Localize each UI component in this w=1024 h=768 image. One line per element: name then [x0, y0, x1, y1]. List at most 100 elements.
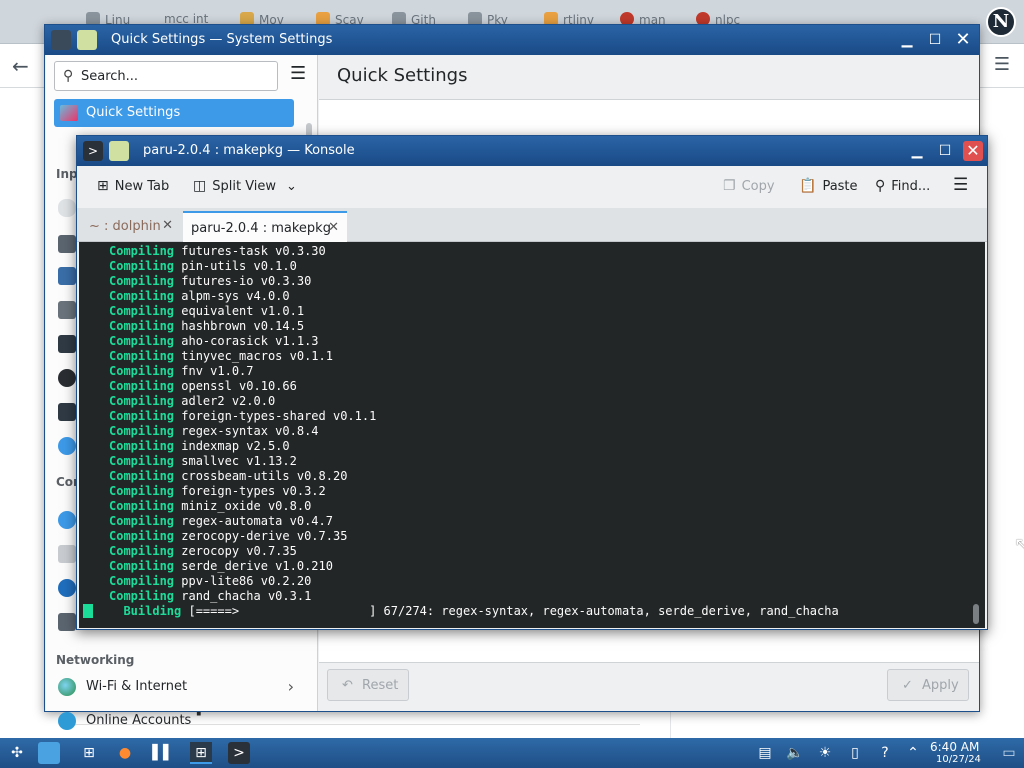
split-view-button[interactable]: ◫ Split View ⌄ — [193, 178, 297, 194]
terminal-keyword: Compiling — [109, 559, 175, 573]
terminal-text: ppv-lite86 v0.2.20 — [174, 574, 312, 588]
app-launcher-icon[interactable]: ✣ — [6, 742, 28, 764]
terminal-text: smallvec v1.13.2 — [174, 454, 297, 468]
terminal-line: Compiling adler2 v2.0.0 — [109, 394, 275, 409]
konsole-task-icon[interactable]: ⊞ — [190, 742, 212, 764]
close-tab-icon[interactable]: ✕ — [162, 218, 173, 233]
sidebar-item-online-accounts[interactable]: Online Accounts — [54, 707, 302, 730]
terminal-task-icon[interactable]: > — [228, 742, 250, 764]
close-icon[interactable]: ✕ — [963, 141, 983, 161]
mouse-icon[interactable] — [58, 199, 76, 217]
keyboard-icon[interactable] — [58, 235, 76, 253]
terminal-line: Compiling regex-syntax v0.8.4 — [109, 424, 319, 439]
accessibility-icon[interactable] — [58, 369, 76, 387]
brightness-icon[interactable]: ☀ — [814, 742, 836, 764]
minimize-icon[interactable]: ▁ — [907, 141, 927, 161]
terminal-keyword: Compiling — [109, 334, 175, 348]
new-tab-icon: ⊞ — [97, 178, 109, 194]
maximize-icon[interactable]: ☐ — [925, 30, 945, 50]
sidebar-toggle-icon[interactable] — [51, 30, 71, 50]
add-desktop-icon[interactable]: ⊞ — [78, 742, 100, 764]
settings-titlebar[interactable]: Quick Settings — System Settings ▁ ☐ ✕ — [45, 25, 979, 55]
checkmark-icon: ✓ — [902, 678, 913, 693]
search-input[interactable]: ⚲ Search... — [54, 61, 278, 91]
system-icon[interactable] — [58, 437, 76, 455]
volume-icon[interactable]: 🔈 — [784, 742, 806, 764]
konsole-tab-bar: ~ : dolphin ✕ paru-2.0.4 : makepkg ✕ — [77, 208, 987, 242]
hamburger-menu-icon[interactable]: ☰ — [290, 63, 306, 84]
quick-settings-icon — [60, 105, 78, 121]
help-icon[interactable]: ? — [874, 742, 896, 764]
disks-icon[interactable] — [58, 545, 76, 563]
tab-makepkg[interactable]: paru-2.0.4 : makepkg ✕ — [183, 211, 347, 242]
terminal-keyword: Compiling — [109, 394, 175, 408]
clock-date[interactable]: 10/27/24 — [936, 754, 981, 765]
terminal-text: [=====> ] 67/274: regex-syntax, regex-au… — [181, 604, 839, 618]
tab-dolphin[interactable]: ~ : dolphin ✕ — [81, 211, 181, 242]
terminal-output[interactable]: Compiling futures-task v0.3.30 Compiling … — [79, 242, 985, 628]
bluetooth-icon[interactable] — [58, 511, 76, 529]
terminal-scrollbar[interactable] — [973, 604, 979, 624]
terminal-line: Compiling serde_derive v1.0.210 — [109, 559, 333, 574]
usb-device-icon[interactable]: ▯ — [844, 742, 866, 764]
terminal-keyword: Compiling — [109, 259, 175, 273]
pager-icon[interactable]: ▌▌ — [152, 742, 174, 764]
back-arrow-icon[interactable]: ← — [12, 54, 29, 78]
terminal-text: foreign-types v0.3.2 — [174, 484, 326, 498]
konsole-titlebar[interactable]: > paru-2.0.4 : makepkg — Konsole ▁ ☐ ✕ — [77, 136, 987, 166]
find-button[interactable]: ⚲ Find... — [875, 178, 930, 194]
terminal-keyword: Compiling — [109, 364, 175, 378]
taskbar: ✣ ⊞ ● ▌▌ ⊞ > ▤ 🔈 ☀ ▯ ? ⌃ 6:40 AM 10/27/2… — [0, 738, 1024, 768]
mouse-pointer-icon: ↖ — [1014, 534, 1024, 555]
sidebar-item-wifi[interactable]: Wi-Fi & Internet › — [54, 673, 302, 701]
sidebar-item-quick-settings[interactable]: Quick Settings — [54, 99, 294, 127]
search-icon: ⚲ — [875, 178, 886, 194]
terminal-line: Compiling openssl v0.10.66 — [109, 379, 297, 394]
terminal-keyword: Compiling — [109, 454, 175, 468]
terminal-line: Building [=====> ] 67/274: regex-syntax,… — [109, 604, 839, 619]
copy-button[interactable]: ❐ Copy — [723, 178, 775, 194]
terminal-keyword: Compiling — [109, 244, 175, 258]
close-icon[interactable]: ✕ — [953, 30, 973, 50]
category-input: Inp — [56, 167, 78, 181]
apply-button[interactable]: ✓ Apply — [887, 669, 969, 701]
terminal-keyword: Compiling — [109, 589, 175, 603]
chevron-down-icon: ⌄ — [286, 179, 297, 194]
app-icon — [109, 141, 129, 161]
terminal-line: Compiling rand_chacha v0.3.1 — [109, 589, 311, 604]
reset-button[interactable]: ↶ Reset — [327, 669, 409, 701]
clock-time[interactable]: 6:40 AM — [930, 740, 979, 754]
touchscreen-icon[interactable] — [58, 267, 76, 285]
hamburger-menu-icon[interactable]: ☰ — [953, 175, 968, 195]
profile-avatar[interactable]: N — [986, 7, 1016, 37]
file-manager-icon[interactable] — [38, 742, 60, 764]
maximize-icon[interactable]: ☐ — [935, 141, 955, 161]
terminal-text: hashbrown v0.14.5 — [174, 319, 305, 333]
terminal-keyword: Compiling — [109, 499, 175, 513]
firefox-icon[interactable]: ● — [114, 742, 136, 764]
terminal-text: miniz_oxide v0.8.0 — [174, 499, 312, 513]
globe-icon — [58, 678, 76, 696]
chevron-up-icon[interactable]: ⌃ — [902, 742, 924, 764]
terminal-text: pin-utils v0.1.0 — [174, 259, 297, 273]
close-tab-icon[interactable]: ✕ — [328, 220, 339, 235]
game-controller-icon[interactable] — [58, 301, 76, 319]
clipboard-icon[interactable]: ▤ — [754, 742, 776, 764]
new-tab-button[interactable]: ⊞ New Tab — [97, 178, 169, 194]
terminal-text: adler2 v2.0.0 — [174, 394, 276, 408]
minimize-icon[interactable]: ▁ — [897, 30, 917, 50]
thunderbolt-icon[interactable] — [58, 579, 76, 597]
terminal-line: Compiling fnv v1.0.7 — [109, 364, 254, 379]
konsole-toolbar: ⊞ New Tab ◫ Split View ⌄ ❐ Copy 📋 Paste ⚲ Find… — [77, 166, 987, 208]
drawing-tablet-icon[interactable] — [58, 335, 76, 353]
show-desktop-icon[interactable]: ▭ — [998, 742, 1020, 764]
split-view-icon: ◫ — [193, 178, 207, 194]
paste-button[interactable]: 📋 Paste — [799, 178, 858, 194]
terminal-text: futures-task v0.3.30 — [174, 244, 326, 258]
terminal-line: Compiling zerocopy v0.7.35 — [109, 544, 297, 559]
terminal-keyword: Compiling — [109, 544, 175, 558]
terminal-text: fnv v1.0.7 — [174, 364, 254, 378]
display-icon[interactable] — [58, 403, 76, 421]
menu-icon[interactable]: ☰ — [994, 54, 1010, 75]
printer-icon[interactable] — [58, 613, 76, 631]
